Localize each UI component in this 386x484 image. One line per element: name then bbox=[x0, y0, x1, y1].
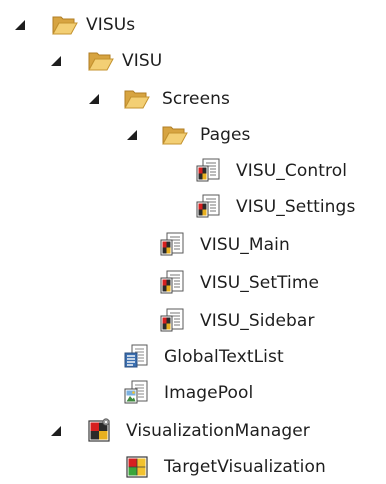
project-tree: VISUs VISU Screens Pages VISU_Control VI… bbox=[0, 0, 386, 481]
tree-node-visualizationmanager[interactable]: VisualizationManager bbox=[0, 414, 386, 448]
tree-node-label: GlobalTextList bbox=[164, 347, 284, 367]
tree-node-visu-settings[interactable]: VISU_Settings bbox=[0, 190, 386, 224]
tree-node-label: VISU_Main bbox=[200, 235, 290, 255]
expand-toggle-screens[interactable] bbox=[88, 93, 100, 105]
tree-node-label: VISUs bbox=[86, 15, 136, 35]
expand-toggle-visualizationmanager[interactable] bbox=[50, 425, 62, 437]
chevron-expanded-icon bbox=[15, 20, 25, 30]
tree-node-visu-sidebar[interactable]: VISU_Sidebar bbox=[0, 304, 386, 338]
visualization-manager-icon bbox=[86, 417, 112, 442]
chevron-expanded-icon bbox=[51, 56, 61, 66]
target-visualization-icon bbox=[124, 454, 150, 478]
tree-node-visu-main[interactable]: VISU_Main bbox=[0, 228, 386, 262]
tree-node-globaltextlist[interactable]: GlobalTextList bbox=[0, 340, 386, 374]
chevron-expanded-icon bbox=[51, 426, 61, 436]
chevron-expanded-icon bbox=[127, 130, 137, 140]
tree-node-targetvisualization[interactable]: TargetVisualization bbox=[0, 450, 386, 484]
tree-node-label: VISU_Control bbox=[236, 161, 348, 181]
tree-node-visus[interactable]: VISUs bbox=[0, 8, 386, 42]
expand-toggle-pages[interactable] bbox=[126, 129, 138, 141]
image-pool-icon bbox=[124, 380, 150, 404]
tree-node-visu-control[interactable]: VISU_Control bbox=[0, 154, 386, 188]
tree-node-label: Pages bbox=[200, 125, 251, 145]
tree-node-screens[interactable]: Screens bbox=[0, 82, 386, 116]
tree-node-label: VISU_Sidebar bbox=[200, 311, 315, 331]
visualization-icon bbox=[160, 270, 186, 294]
expand-toggle-visu[interactable] bbox=[50, 55, 62, 67]
tree-node-label: VISU_Settings bbox=[236, 197, 356, 217]
tree-node-visu[interactable]: VISU bbox=[0, 44, 386, 78]
tree-node-label: VisualizationManager bbox=[126, 421, 310, 441]
folder-open-icon bbox=[124, 87, 150, 111]
tree-node-visu-settime[interactable]: VISU_SetTime bbox=[0, 266, 386, 300]
text-list-icon bbox=[124, 344, 150, 368]
tree-node-imagepool[interactable]: ImagePool bbox=[0, 376, 386, 410]
folder-open-icon bbox=[52, 13, 78, 37]
tree-node-label: VISU_SetTime bbox=[200, 273, 320, 293]
visualization-icon bbox=[160, 308, 186, 332]
tree-node-label: ImagePool bbox=[164, 383, 254, 403]
visualization-icon bbox=[196, 158, 222, 182]
folder-open-icon bbox=[88, 49, 114, 73]
chevron-expanded-icon bbox=[89, 94, 99, 104]
folder-open-icon bbox=[162, 123, 188, 147]
tree-node-label: Screens bbox=[162, 89, 231, 109]
tree-node-label: TargetVisualization bbox=[164, 457, 326, 477]
expand-toggle-visus[interactable] bbox=[14, 19, 26, 31]
visualization-icon bbox=[196, 194, 222, 218]
tree-node-label: VISU bbox=[122, 51, 163, 71]
visualization-icon bbox=[160, 232, 186, 256]
tree-node-pages[interactable]: Pages bbox=[0, 118, 386, 152]
